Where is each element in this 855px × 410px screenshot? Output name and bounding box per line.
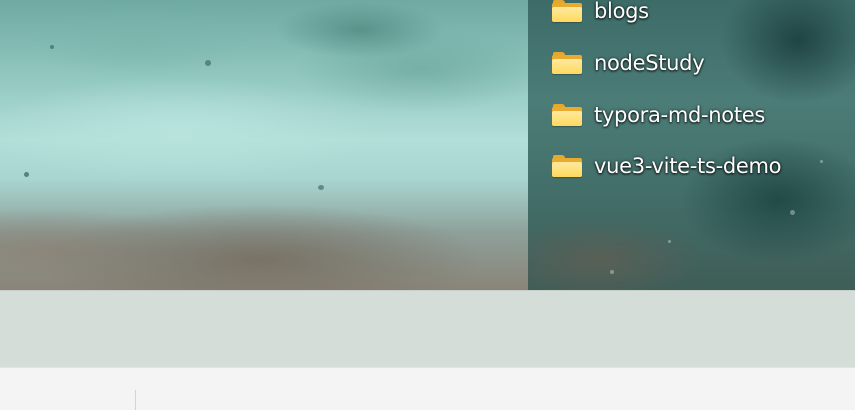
folder-icon [552,104,582,126]
wallpaper-right-region [528,0,855,290]
desktop-folder-typora-md-notes[interactable]: typora-md-notes [552,101,765,129]
desktop-icon-label: nodeStudy [594,51,705,75]
desktop-wallpaper [0,0,855,290]
folder-icon [552,0,582,22]
desktop-folder-nodestudy[interactable]: nodeStudy [552,49,705,77]
wallpaper-speck [318,185,324,190]
desktop-folder-vue3-vite-ts-demo[interactable]: vue3-vite-ts-demo [552,152,782,180]
desktop-icon-label: vue3-vite-ts-demo [594,154,782,178]
folder-icon [552,155,582,177]
window-panel [0,367,855,410]
wallpaper-speck [50,45,54,49]
folder-icon [552,52,582,74]
wallpaper-speck [790,210,795,215]
panel-divider [135,390,136,410]
wallpaper-speck [205,60,211,66]
taskbar[interactable] [0,290,855,367]
desktop-icon-label: typora-md-notes [594,103,766,127]
desktop-icon-label: blogs [594,0,649,23]
wallpaper-speck [820,160,823,163]
wallpaper-left-region [0,0,528,290]
screen: blogs nodeStudy typora-md-notes vue3-vit… [0,0,855,410]
desktop-folder-blogs[interactable]: blogs [552,0,649,25]
wallpaper-speck [24,172,29,177]
wallpaper-speck [610,270,614,274]
wallpaper-speck [668,240,671,243]
